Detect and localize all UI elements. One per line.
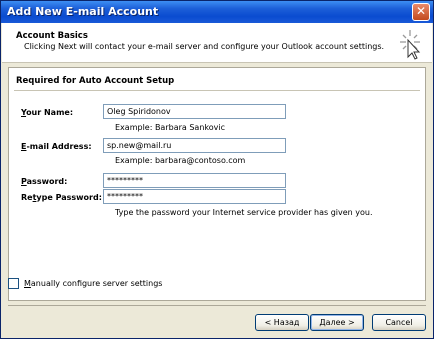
retype-password-label: Retype Password: bbox=[21, 193, 102, 202]
close-button[interactable]: ✕ bbox=[412, 3, 430, 21]
window-title: Add New E-mail Account bbox=[7, 5, 159, 18]
password-input[interactable]: ********* bbox=[103, 173, 286, 188]
header-title: Account Basics bbox=[16, 31, 88, 41]
next-button[interactable]: Далее > bbox=[310, 314, 364, 331]
retype-password-hint: Type the password your Internet service … bbox=[115, 208, 373, 217]
add-email-account-dialog: Add New E-mail Account ✕ Account Basics … bbox=[0, 0, 434, 339]
dialog-header: Account Basics Clicking Next will contac… bbox=[2, 23, 432, 63]
manual-configure-checkbox[interactable] bbox=[8, 278, 19, 289]
header-description: Clicking Next will contact your e-mail s… bbox=[24, 42, 385, 51]
footer-divider bbox=[8, 305, 426, 306]
section-title: Required for Auto Account Setup bbox=[16, 76, 175, 86]
cancel-button[interactable]: Cancel bbox=[372, 314, 426, 331]
your-name-input[interactable]: Oleg Spiridonov bbox=[103, 104, 286, 119]
your-name-label: Your Name: bbox=[21, 108, 74, 117]
wizard-sparkle-icon bbox=[400, 30, 421, 60]
account-setup-panel: Required for Auto Account Setup Your Nam… bbox=[8, 67, 426, 301]
manual-configure-label[interactable]: Manually configure server settings bbox=[24, 279, 162, 288]
section-divider bbox=[14, 90, 420, 91]
email-address-hint: Example: barbara@contoso.com bbox=[115, 156, 246, 165]
password-label: Password: bbox=[21, 177, 68, 186]
back-button[interactable]: < Назад bbox=[255, 314, 309, 331]
email-address-label: E-mail Address: bbox=[21, 142, 92, 151]
retype-password-input[interactable]: ********* bbox=[103, 189, 286, 204]
title-bar: Add New E-mail Account ✕ bbox=[1, 1, 433, 23]
your-name-hint: Example: Barbara Sankovic bbox=[115, 123, 225, 132]
email-address-input[interactable]: sp.new@mail.ru bbox=[103, 138, 286, 153]
